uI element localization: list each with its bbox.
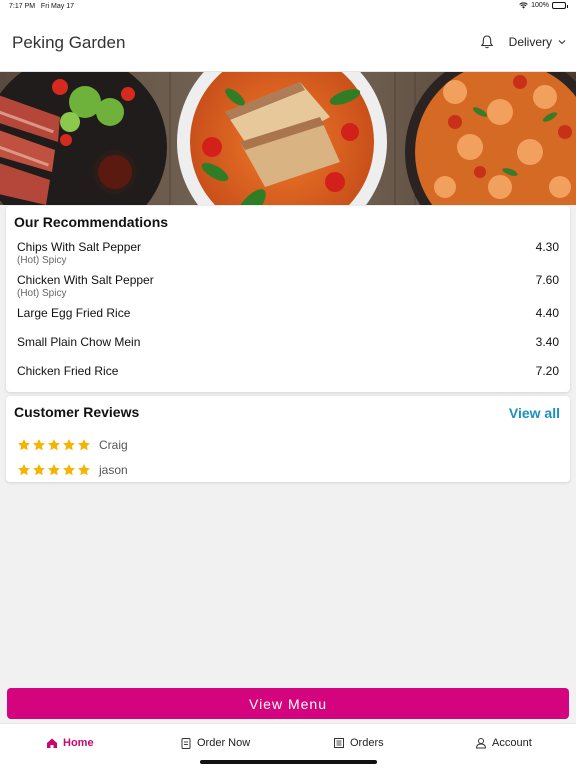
status-bar: 7:17 PM Fri May 17 100% bbox=[0, 0, 576, 14]
menu-item-name: Large Egg Fried Rice bbox=[17, 306, 131, 320]
reviews-title: Customer Reviews bbox=[14, 404, 140, 420]
chevron-down-icon bbox=[558, 40, 566, 45]
menu-item-price: 7.60 bbox=[535, 273, 559, 287]
menu-item[interactable]: Chicken Fried Rice 7.20 bbox=[17, 364, 559, 378]
clipboard-icon bbox=[181, 738, 191, 749]
tab-account[interactable]: Account bbox=[475, 737, 532, 749]
menu-item-price: 3.40 bbox=[535, 335, 559, 349]
tab-label: Order Now bbox=[197, 737, 251, 749]
star-icon bbox=[48, 464, 60, 476]
star-rating bbox=[17, 463, 91, 477]
delivery-label: Delivery bbox=[508, 35, 552, 49]
menu-item-name: Chips With Salt Pepper bbox=[17, 240, 142, 254]
reviewer-name: jason bbox=[99, 463, 128, 477]
menu-item-note: (Hot) Spicy bbox=[17, 288, 67, 299]
view-menu-button[interactable]: View Menu bbox=[7, 688, 569, 719]
menu-item-price: 7.20 bbox=[535, 364, 559, 378]
reviewer-name: Craig bbox=[99, 438, 128, 452]
status-time: 7:17 PM Fri May 17 bbox=[9, 3, 74, 10]
menu-item[interactable]: Chips With Salt Pepper (Hot) Spicy 4.30 bbox=[17, 240, 559, 266]
receipt-icon bbox=[334, 738, 344, 748]
wifi-icon bbox=[519, 2, 528, 9]
review-row: jason bbox=[17, 463, 128, 477]
tab-home[interactable]: Home bbox=[46, 737, 94, 749]
tab-label: Account bbox=[492, 737, 532, 749]
status-right: 100% bbox=[519, 2, 568, 9]
star-icon bbox=[48, 439, 60, 451]
menu-item[interactable]: Large Egg Fried Rice 4.40 bbox=[17, 306, 559, 320]
star-icon bbox=[63, 464, 75, 476]
restaurant-title: Peking Garden bbox=[12, 33, 126, 52]
tab-order-now[interactable]: Order Now bbox=[180, 737, 250, 749]
user-icon bbox=[475, 738, 487, 749]
tab-orders[interactable]: Orders bbox=[333, 737, 384, 749]
star-icon bbox=[33, 439, 45, 451]
star-icon bbox=[78, 464, 90, 476]
tab-label: Orders bbox=[350, 737, 384, 749]
recommendations-card: Our Recommendations Chips With Salt Pepp… bbox=[6, 206, 570, 392]
menu-item[interactable]: Small Plain Chow Mein 3.40 bbox=[17, 335, 559, 349]
recommendations-title: Our Recommendations bbox=[14, 214, 169, 230]
menu-item-name: Small Plain Chow Mein bbox=[17, 335, 141, 349]
tab-label: Home bbox=[63, 737, 94, 749]
review-row: Craig bbox=[17, 438, 128, 452]
menu-item-name: Chicken With Salt Pepper bbox=[17, 273, 154, 287]
hero-food-image bbox=[0, 72, 576, 205]
menu-item-price: 4.30 bbox=[535, 240, 559, 254]
home-icon bbox=[47, 738, 57, 748]
menu-item-name: Chicken Fried Rice bbox=[17, 364, 119, 378]
battery-icon bbox=[552, 2, 568, 9]
star-rating bbox=[17, 438, 91, 452]
bell-icon[interactable] bbox=[479, 34, 495, 50]
menu-item-price: 4.40 bbox=[535, 306, 559, 320]
star-icon bbox=[63, 439, 75, 451]
battery-percent: 100% bbox=[531, 2, 549, 9]
star-icon bbox=[18, 439, 30, 451]
view-all-reviews-link[interactable]: View all bbox=[509, 405, 560, 421]
delivery-selector[interactable]: Delivery bbox=[479, 34, 566, 50]
customer-reviews-card: Customer Reviews View all Craig jason bbox=[6, 396, 570, 482]
home-indicator bbox=[200, 760, 377, 764]
menu-item[interactable]: Chicken With Salt Pepper (Hot) Spicy 7.6… bbox=[17, 273, 559, 299]
menu-item-note: (Hot) Spicy bbox=[17, 255, 67, 266]
app-header: Peking Garden Delivery bbox=[0, 14, 576, 72]
star-icon bbox=[78, 439, 90, 451]
star-icon bbox=[33, 464, 45, 476]
star-icon bbox=[18, 464, 30, 476]
